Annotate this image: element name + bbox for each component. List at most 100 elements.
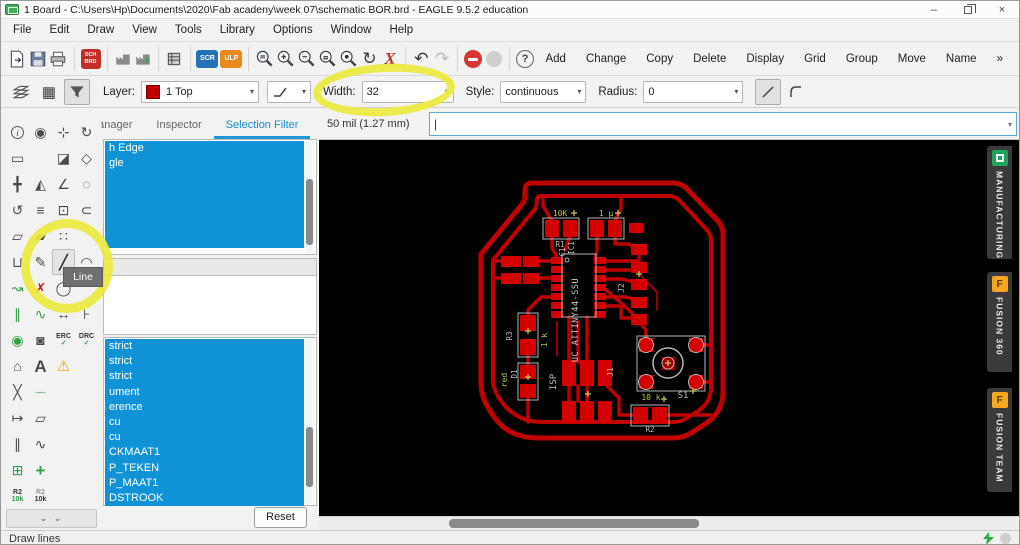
show-tool[interactable]: ◉	[29, 119, 52, 145]
tab-selection-filter[interactable]: Selection Filter	[213, 112, 311, 139]
go-button[interactable]	[485, 46, 504, 72]
cam-processor-button[interactable]	[113, 46, 132, 72]
menu-item[interactable]: View	[123, 21, 166, 39]
schematic-board-switch-button[interactable]: SCH BRD	[80, 46, 101, 72]
palette-expand-button[interactable]: ⌄ ⌄	[6, 509, 97, 528]
command-button[interactable]: Delete	[683, 48, 736, 70]
list-item[interactable]: P_MAAT1	[105, 476, 304, 491]
menu-item[interactable]: Tools	[166, 21, 211, 39]
pinswap-tool[interactable]: ∷	[52, 223, 75, 249]
zoom-out-button[interactable]	[297, 46, 316, 72]
value-tool[interactable]: R2 10k	[29, 483, 52, 509]
board-canvas[interactable]: 10K 1 µ R1 C1 IC1 UC ATTINY44-SSU J2 R3 …	[319, 140, 1019, 516]
signal-tool[interactable]: ∙─∙	[29, 379, 52, 405]
zoom-redraw-button[interactable]	[339, 46, 358, 72]
command-button[interactable]: Move	[888, 48, 936, 70]
label-tool[interactable]: ◇	[75, 145, 98, 171]
add-3d-tool[interactable]: ⊞	[6, 457, 29, 483]
tab-manufacturing[interactable]: MANUFACTURING	[987, 146, 1012, 259]
list-item[interactable]: strict	[105, 354, 304, 369]
miter-straight-button[interactable]	[755, 78, 782, 105]
radius-select[interactable]: 0 ▾	[643, 80, 744, 103]
redo-button[interactable]: ↷	[433, 46, 452, 72]
bend-style-select[interactable]: ▾	[266, 80, 311, 103]
list-item[interactable]: P_TEKEN	[105, 461, 304, 476]
lock-tool[interactable]: ⊡	[52, 197, 75, 223]
selection-filter-button[interactable]	[64, 78, 90, 105]
run-ulp-button[interactable]: ULP	[220, 46, 243, 72]
list-item[interactable]: ument	[105, 385, 304, 400]
rotate-tool[interactable]: ↺	[6, 197, 29, 223]
menu-item[interactable]: File	[4, 21, 41, 39]
menu-item[interactable]: Help	[380, 21, 422, 39]
route-tool[interactable]: ↝	[6, 275, 29, 301]
command-button[interactable]: Copy	[636, 48, 683, 70]
ratsnest-tool[interactable]: ╳	[6, 379, 29, 405]
minimize-button[interactable]: –	[917, 1, 951, 18]
restore-button[interactable]	[951, 1, 985, 18]
command-button[interactable]: »	[987, 48, 1013, 70]
wire-tool[interactable]: ∠	[52, 171, 75, 197]
diff-pair-tool[interactable]: ∥	[6, 431, 29, 457]
print-button[interactable]	[49, 46, 68, 72]
via-tool[interactable]: ◉	[6, 327, 29, 353]
zoom-in-button[interactable]	[276, 46, 295, 72]
top-list-scrollbar[interactable]	[305, 141, 314, 253]
add-part-tool[interactable]: +	[29, 457, 52, 483]
command-button[interactable]: Name	[936, 48, 987, 70]
layer-select[interactable]: 1 Top ▾	[140, 80, 259, 103]
bottom-list-scrollbar[interactable]	[305, 339, 314, 504]
list-item[interactable]: strict	[105, 339, 304, 354]
erc-tool[interactable]: ERC ✓	[52, 327, 75, 353]
help-button[interactable]: ?	[516, 46, 535, 72]
command-button[interactable]: Change	[576, 48, 636, 70]
stop-command-button[interactable]: X	[381, 46, 400, 72]
menu-item[interactable]: Draw	[78, 21, 123, 39]
polygon-pour-tool[interactable]: ▱	[29, 405, 52, 431]
mirror-tool[interactable]: ◭	[29, 171, 52, 197]
reset-button[interactable]: Reset	[254, 507, 307, 528]
library-button[interactable]	[165, 46, 184, 72]
move-tool[interactable]: ╋	[6, 171, 29, 197]
list-item[interactable]: cu	[105, 430, 304, 445]
command-button[interactable]: Add	[535, 48, 575, 70]
cam-output-button[interactable]	[134, 46, 153, 72]
open-file-button[interactable]	[8, 46, 27, 72]
tab-fusion-360[interactable]: F FUSION 360	[987, 272, 1012, 372]
ripup-tool[interactable]: ✗	[29, 275, 52, 301]
info-tool[interactable]: i	[6, 119, 29, 145]
select-tool[interactable]: ▭	[6, 145, 29, 171]
run-script-button[interactable]: SCR	[196, 46, 219, 72]
route-diff-tool[interactable]: ∥	[6, 301, 29, 327]
canvas-hscrollbar[interactable]	[319, 516, 1019, 530]
zoom-select-button[interactable]	[318, 46, 337, 72]
save-button[interactable]	[29, 46, 48, 72]
menu-item[interactable]: Library	[211, 21, 264, 39]
meander-route-tool[interactable]: ∿	[29, 301, 52, 327]
text-tool[interactable]: A	[29, 353, 52, 379]
tab-inspector[interactable]: Inspector	[144, 112, 213, 139]
command-button[interactable]: Grid	[794, 48, 836, 70]
autoroute-tool[interactable]: ↦	[6, 405, 29, 431]
style-select[interactable]: continuous ▾	[500, 80, 587, 103]
menu-item[interactable]: Edit	[41, 21, 79, 39]
drc-tool[interactable]: DRC ✓	[75, 327, 98, 353]
undo-button[interactable]: ↶	[412, 46, 431, 72]
polygon-tool[interactable]: ⌂	[6, 353, 29, 379]
list-item[interactable]: h Edge	[105, 141, 304, 156]
list-item[interactable]: gle	[105, 156, 304, 171]
list-item[interactable]: cu	[105, 415, 304, 430]
command-button[interactable]: Group	[836, 48, 888, 70]
dimension-tool[interactable]: ↔	[52, 301, 75, 327]
optimize-tool[interactable]: ◌	[75, 171, 98, 197]
miter-round-button[interactable]	[783, 79, 809, 105]
close-button[interactable]: ×	[985, 1, 1019, 18]
glue-tool[interactable]: ✎	[29, 249, 52, 275]
grid-settings-button[interactable]: ▦	[36, 79, 62, 105]
layer-settings-button[interactable]	[8, 79, 34, 105]
list-item[interactable]: erence	[105, 400, 304, 415]
split-tool[interactable]: ⊂	[75, 197, 98, 223]
tab-fusion-team[interactable]: F FUSION TEAM	[987, 388, 1012, 492]
stop-button[interactable]	[464, 46, 483, 72]
mark-tool[interactable]: ⊹	[52, 119, 75, 145]
